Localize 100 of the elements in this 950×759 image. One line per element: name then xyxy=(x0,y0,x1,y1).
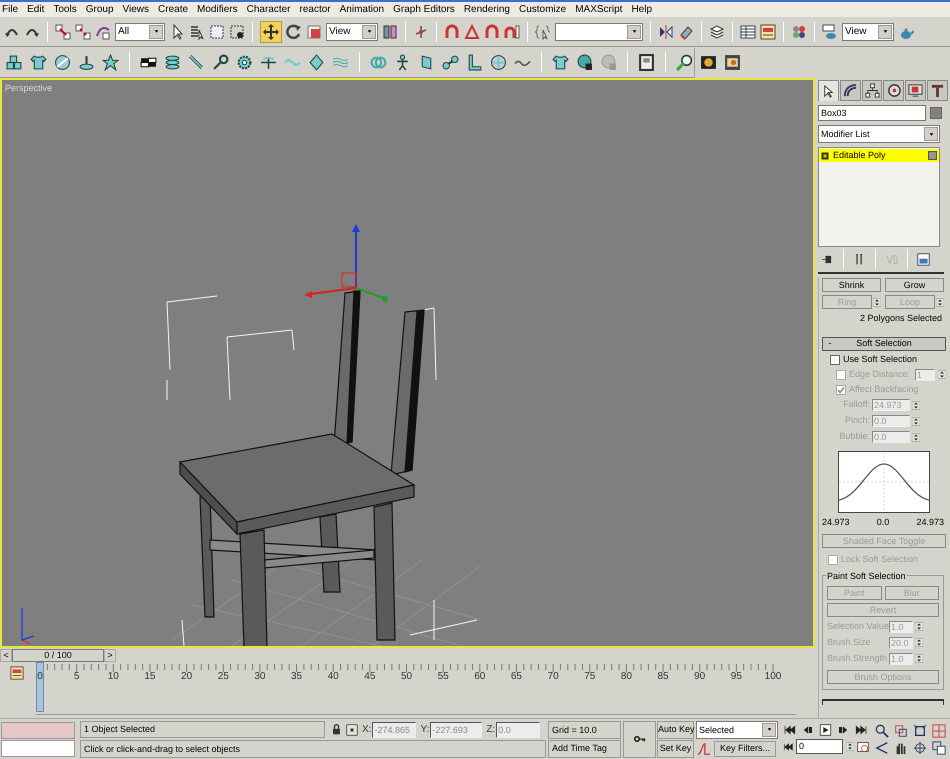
auto-key-button[interactable]: Auto Key xyxy=(657,720,694,738)
go-to-start-icon[interactable] xyxy=(783,724,796,736)
frame-icon[interactable] xyxy=(638,54,655,70)
menu-item[interactable]: Character xyxy=(246,2,291,16)
field-of-view-icon[interactable] xyxy=(875,740,889,754)
mirror-icon[interactable] xyxy=(658,24,674,40)
zoom-extents-all-icon[interactable] xyxy=(932,724,946,738)
menu-item[interactable]: Views xyxy=(122,2,150,16)
add-time-tag-button[interactable]: Add Time Tag xyxy=(548,740,621,758)
spinner-icon[interactable] xyxy=(915,636,923,649)
script-output-field[interactable] xyxy=(1,740,75,756)
spinner-icon[interactable] xyxy=(936,296,944,308)
shirt-icon[interactable] xyxy=(552,54,569,70)
key-tangent-icon[interactable] xyxy=(696,742,712,756)
window-teapot-icon[interactable] xyxy=(822,24,838,40)
diamond-icon[interactable] xyxy=(308,54,325,70)
menu-item[interactable]: Rendering xyxy=(464,2,510,16)
checkbox[interactable] xyxy=(830,354,840,364)
menu-item[interactable]: Tools xyxy=(53,2,77,16)
key-filters-button[interactable]: Key Filters... xyxy=(714,740,776,756)
object-color-swatch[interactable] xyxy=(930,107,942,119)
zoom-extents-icon[interactable] xyxy=(913,724,927,738)
rollout-header[interactable]: - Soft Selection xyxy=(822,336,946,350)
command-panel-tab[interactable] xyxy=(862,80,882,101)
time-config-icon[interactable] xyxy=(857,740,869,752)
spinner-magnet-icon[interactable] xyxy=(504,24,520,40)
spinner-icon[interactable] xyxy=(915,620,923,633)
named-selection-field[interactable] xyxy=(555,22,643,40)
star-figure-icon[interactable] xyxy=(102,54,119,70)
link-icon[interactable] xyxy=(55,24,71,40)
menu-item[interactable]: Modifiers xyxy=(197,2,238,16)
menu-item[interactable]: Create xyxy=(158,2,188,16)
spinner-icon[interactable] xyxy=(915,652,923,665)
next-key-icon[interactable] xyxy=(837,724,850,736)
dropdown[interactable]: View xyxy=(842,22,894,40)
magnifier-icon[interactable] xyxy=(676,54,693,70)
previous-key-icon[interactable] xyxy=(801,724,814,736)
sphere-m-icon[interactable] xyxy=(576,54,593,70)
bend-icon[interactable] xyxy=(260,54,277,70)
modifier-list-dropdown[interactable]: Modifier List xyxy=(818,125,940,143)
list-icon[interactable] xyxy=(189,24,205,40)
frame-counter[interactable]: 0 / 100 xyxy=(12,648,104,662)
absolute-mode-icon[interactable] xyxy=(346,724,358,736)
go-to-end-icon[interactable] xyxy=(855,724,868,736)
command-panel-tab[interactable] xyxy=(905,80,926,101)
zoom-all-icon[interactable] xyxy=(894,724,908,738)
spinner-icon[interactable] xyxy=(912,430,920,444)
set-key-button[interactable]: Set Key xyxy=(657,740,694,758)
magnet-icon[interactable] xyxy=(444,24,460,40)
command-panel-tab[interactable] xyxy=(818,80,839,101)
stack-item[interactable]: Editable Poly xyxy=(819,149,939,162)
disks-icon[interactable] xyxy=(164,54,181,70)
spinner-icon[interactable] xyxy=(938,368,946,381)
lock-icon[interactable] xyxy=(331,724,342,735)
spheres-icon[interactable] xyxy=(791,24,807,40)
menu-item[interactable]: Customize xyxy=(518,2,566,16)
selection-button[interactable]: Shrink xyxy=(822,278,882,292)
figure-icon[interactable] xyxy=(394,54,411,70)
panel-layout-icon[interactable] xyxy=(917,252,930,266)
menu-item[interactable]: reactor xyxy=(300,2,331,16)
menu-item[interactable]: Animation xyxy=(340,2,384,16)
spinner-icon[interactable] xyxy=(912,398,920,412)
shirt-icon[interactable] xyxy=(30,54,47,70)
lamp-icon[interactable] xyxy=(78,54,95,70)
menu-item[interactable]: Edit xyxy=(27,2,44,16)
collapse-toggle[interactable]: - xyxy=(823,336,837,350)
object-name-field[interactable]: Box03 xyxy=(818,105,926,121)
selection-button[interactable]: Grow xyxy=(885,278,944,292)
spinner-icon[interactable] xyxy=(846,740,854,753)
spinner-icon[interactable] xyxy=(873,296,882,308)
sphere-icon[interactable] xyxy=(54,54,71,70)
dashed-square-icon[interactable] xyxy=(209,24,225,40)
film-icon[interactable] xyxy=(724,54,741,70)
track-bar[interactable]: 0 5 10 15 20 25 30 35 40 45 50 55 60 65 70 75 80 85 90 95 100 xyxy=(36,662,796,715)
previous-frame-button[interactable]: < xyxy=(0,648,12,662)
render-frame-icon[interactable] xyxy=(700,54,717,70)
menu-item[interactable]: File xyxy=(2,2,18,16)
set-keys-button[interactable] xyxy=(623,720,656,758)
key-mode-dropdown[interactable]: Selected xyxy=(696,720,778,738)
table-icon[interactable] xyxy=(740,24,756,40)
dropdown[interactable]: View xyxy=(326,22,378,40)
magnet-icon[interactable] xyxy=(484,24,500,40)
move-tool-button[interactable] xyxy=(260,20,282,42)
gear-icon[interactable] xyxy=(236,54,253,70)
cube-stack-icon[interactable] xyxy=(6,54,23,70)
braces-icon[interactable] xyxy=(535,24,551,40)
menu-item[interactable]: Help xyxy=(631,2,652,16)
angle-icon[interactable] xyxy=(464,24,480,40)
eraser-icon[interactable] xyxy=(678,24,694,40)
axis-icon[interactable] xyxy=(413,24,429,40)
dumbbell-icon[interactable] xyxy=(442,54,459,70)
script-listener-field[interactable] xyxy=(1,722,75,738)
menu-item[interactable]: Graph Editors xyxy=(393,2,455,16)
scale-icon[interactable] xyxy=(306,24,322,40)
command-panel-tab[interactable] xyxy=(840,80,861,101)
dropdown[interactable]: All xyxy=(115,22,165,40)
zoom-icon[interactable] xyxy=(875,724,889,738)
menu-item[interactable]: MAXScript xyxy=(575,2,622,16)
menu-item[interactable]: Group xyxy=(86,2,114,16)
wrench-icon[interactable] xyxy=(188,54,205,70)
